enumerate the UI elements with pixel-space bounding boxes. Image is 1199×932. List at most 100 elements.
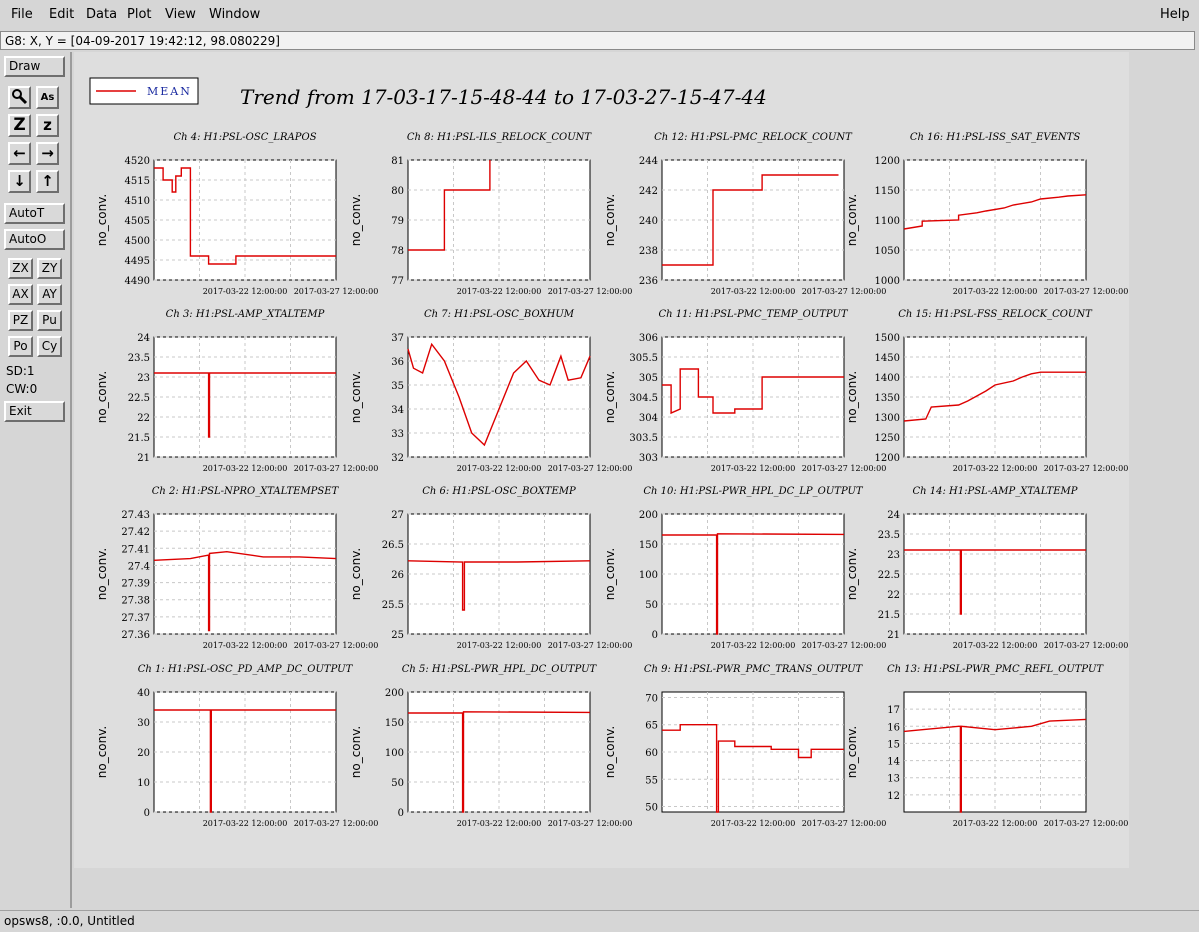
y-tick-label: 50 bbox=[645, 803, 658, 814]
y-tick-label: 200 bbox=[385, 688, 404, 699]
y-tick-label: 78 bbox=[391, 246, 404, 257]
exit-button[interactable]: Exit bbox=[4, 401, 65, 422]
y-tick-label: 25 bbox=[391, 630, 404, 641]
x-tick-label: 2017-03-27 12:00:00 bbox=[1044, 464, 1129, 473]
panel-title: Ch 10: H1:PSL-PWR_HPL_DC_LP_OUTPUT bbox=[643, 486, 864, 497]
y-tick-label: 40 bbox=[137, 688, 150, 699]
y-tick-label: 10 bbox=[137, 778, 150, 789]
panel-title: Ch 12: H1:PSL-PMC_RELOCK_COUNT bbox=[654, 132, 853, 143]
autot-button[interactable]: AutoT bbox=[4, 203, 65, 224]
plot-canvas[interactable]: MEAN Trend from 17-03-17-15-48-44 to 17-… bbox=[74, 52, 1199, 908]
y-tick-label: 1300 bbox=[875, 413, 900, 424]
y-tick-label: 23.5 bbox=[128, 353, 150, 364]
y-tick-label: 80 bbox=[391, 186, 404, 197]
y-tick-label: 244 bbox=[639, 156, 658, 167]
x-tick-label: 2017-03-22 12:00:00 bbox=[457, 287, 542, 296]
pu-button[interactable]: Pu bbox=[37, 310, 62, 331]
y-tick-label: 303 bbox=[639, 453, 658, 464]
y-tick-label: 60 bbox=[645, 748, 658, 759]
y-tick-label: 27.43 bbox=[121, 510, 150, 521]
draw-button[interactable]: Draw bbox=[4, 56, 65, 77]
autoscale-as-icon[interactable]: As bbox=[36, 86, 59, 109]
y-tick-label: 20 bbox=[137, 748, 150, 759]
y-tick-label: 36 bbox=[391, 357, 404, 368]
y-tick-label: 1250 bbox=[875, 433, 900, 444]
y-tick-label: 50 bbox=[391, 778, 404, 789]
y-tick-label: 27 bbox=[391, 510, 404, 521]
y-tick-label: 4520 bbox=[125, 156, 150, 167]
x-tick-label: 2017-03-22 12:00:00 bbox=[203, 464, 288, 473]
up-arrow-icon[interactable]: ↑ bbox=[36, 170, 59, 193]
menu-bar: File Edit Data Plot View Window Help bbox=[0, 0, 1199, 30]
y-tick-label: 15 bbox=[887, 739, 900, 750]
x-tick-label: 2017-03-22 12:00:00 bbox=[203, 641, 288, 650]
right-arrow-icon[interactable]: → bbox=[36, 142, 59, 165]
x-tick-label: 2017-03-22 12:00:00 bbox=[953, 287, 1038, 296]
y-tick-label: 65 bbox=[645, 721, 658, 732]
x-tick-label: 2017-03-22 12:00:00 bbox=[953, 464, 1038, 473]
menu-view[interactable]: View bbox=[165, 7, 196, 22]
y-tick-label: 200 bbox=[639, 510, 658, 521]
menu-file[interactable]: File bbox=[11, 7, 33, 22]
left-arrow-icon[interactable]: ← bbox=[8, 142, 31, 165]
x-tick-label: 2017-03-22 12:00:00 bbox=[711, 641, 796, 650]
y-axis-label: no_conv. bbox=[349, 194, 363, 246]
ax-button[interactable]: AX bbox=[8, 284, 33, 305]
y-tick-label: 23 bbox=[887, 550, 900, 561]
cy-button[interactable]: Cy bbox=[37, 336, 62, 357]
y-axis-label: no_conv. bbox=[845, 371, 859, 423]
menu-plot[interactable]: Plot bbox=[127, 7, 152, 22]
x-tick-label: 2017-03-27 12:00:00 bbox=[548, 287, 633, 296]
plot-area[interactable]: MEAN Trend from 17-03-17-15-48-44 to 17-… bbox=[74, 52, 1199, 908]
x-tick-label: 2017-03-22 12:00:00 bbox=[457, 641, 542, 650]
cursor-coordinates-readout: G8: X, Y = [04-09-2017 19:42:12, 98.0802… bbox=[0, 31, 1195, 50]
ay-button[interactable]: AY bbox=[37, 284, 62, 305]
y-tick-label: 1500 bbox=[875, 333, 900, 344]
legend-box: MEAN bbox=[89, 77, 199, 105]
x-tick-label: 2017-03-27 12:00:00 bbox=[294, 464, 379, 473]
y-tick-label: 27.42 bbox=[121, 527, 150, 538]
y-tick-label: 1000 bbox=[875, 276, 900, 287]
y-tick-label: 306 bbox=[639, 333, 658, 344]
y-tick-label: 77 bbox=[391, 276, 404, 287]
y-axis-label: no_conv. bbox=[845, 548, 859, 600]
y-tick-label: 24 bbox=[887, 510, 900, 521]
y-axis-label: no_conv. bbox=[349, 548, 363, 600]
x-tick-label: 2017-03-27 12:00:00 bbox=[1044, 641, 1129, 650]
panel-title: Ch 16: H1:PSL-ISS_SAT_EVENTS bbox=[910, 132, 1081, 143]
y-tick-label: 37 bbox=[391, 333, 404, 344]
y-tick-label: 4500 bbox=[125, 236, 150, 247]
y-tick-label: 79 bbox=[391, 216, 404, 227]
zoom-small-z-icon[interactable]: z bbox=[36, 114, 59, 137]
x-tick-label: 2017-03-22 12:00:00 bbox=[457, 464, 542, 473]
zoom-large-z-icon[interactable]: Z bbox=[8, 114, 31, 137]
y-axis-label: no_conv. bbox=[603, 194, 617, 246]
y-tick-label: 4515 bbox=[125, 176, 150, 187]
zx-button[interactable]: ZX bbox=[8, 258, 33, 279]
menu-help[interactable]: Help bbox=[1160, 7, 1190, 22]
y-tick-label: 30 bbox=[137, 718, 150, 729]
y-tick-label: 150 bbox=[639, 540, 658, 551]
x-tick-label: 2017-03-22 12:00:00 bbox=[711, 819, 796, 828]
down-arrow-icon[interactable]: ↓ bbox=[8, 170, 31, 193]
x-tick-label: 2017-03-22 12:00:00 bbox=[711, 287, 796, 296]
x-tick-label: 2017-03-27 12:00:00 bbox=[802, 287, 887, 296]
panel-title: Ch 1: H1:PSL-OSC_PD_AMP_DC_OUTPUT bbox=[138, 664, 354, 675]
x-tick-label: 2017-03-27 12:00:00 bbox=[802, 641, 887, 650]
y-tick-label: 22 bbox=[137, 413, 150, 424]
y-tick-label: 0 bbox=[652, 630, 658, 641]
menu-data[interactable]: Data bbox=[86, 7, 117, 22]
po-button[interactable]: Po bbox=[8, 336, 33, 357]
autoo-button[interactable]: AutoO bbox=[4, 229, 65, 250]
menu-window[interactable]: Window bbox=[209, 7, 260, 22]
magnifier-glyph-icon bbox=[12, 89, 28, 105]
y-tick-label: 242 bbox=[639, 186, 658, 197]
menu-edit[interactable]: Edit bbox=[49, 7, 74, 22]
y-tick-label: 27.38 bbox=[121, 596, 150, 607]
magnifier-icon[interactable] bbox=[8, 86, 31, 109]
y-axis-label: no_conv. bbox=[845, 194, 859, 246]
zy-button[interactable]: ZY bbox=[37, 258, 62, 279]
y-tick-label: 150 bbox=[385, 718, 404, 729]
pz-button[interactable]: PZ bbox=[8, 310, 33, 331]
y-tick-label: 305.5 bbox=[629, 353, 658, 364]
